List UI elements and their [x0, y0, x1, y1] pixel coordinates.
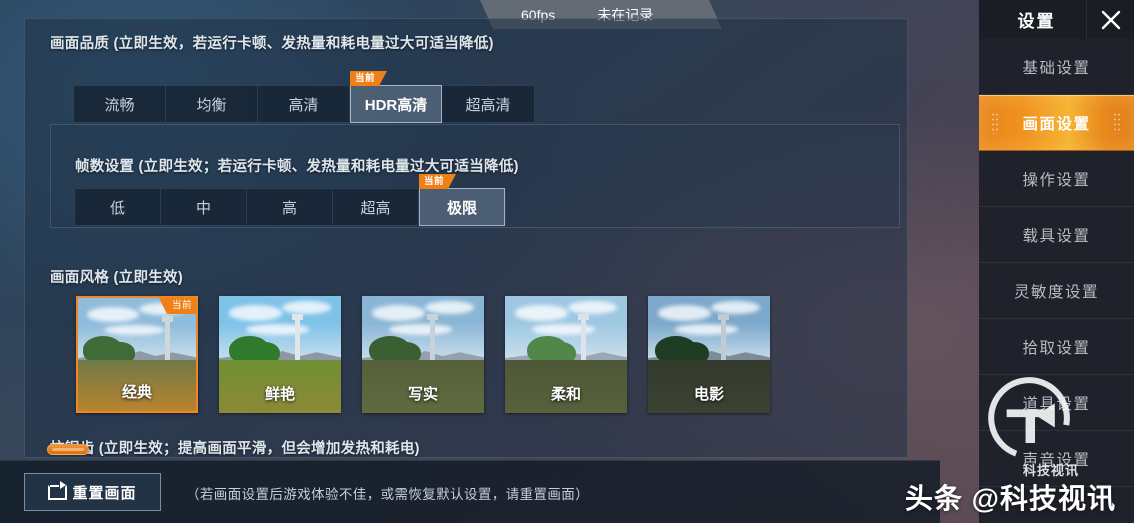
- framerate-option-3[interactable]: 超高: [333, 189, 419, 225]
- sidebar-item-items[interactable]: 道具设置: [979, 375, 1134, 431]
- quality-option-0[interactable]: 流畅: [74, 86, 166, 122]
- style-thumbnail-3[interactable]: 柔和: [505, 296, 627, 413]
- framerate-option-3-label: 超高: [360, 199, 391, 217]
- sidebar-item-audio[interactable]: 声音设置: [979, 431, 1134, 487]
- sidebar-item-label: 基础设置: [1022, 59, 1091, 77]
- quality-option-0-label: 流畅: [104, 96, 135, 114]
- picture-quality-title: 画面品质 (立即生效，若运行卡顿、发热量和耗电量过大可适当降低): [50, 36, 494, 52]
- sidebar-item-label: 拾取设置: [1022, 339, 1091, 357]
- style-label-2: 写实: [407, 386, 438, 403]
- framerate-options: 低 中 高 超高 当前 极限: [74, 174, 506, 226]
- quality-option-1-label: 均衡: [196, 96, 227, 114]
- style-label-0: 经典: [121, 384, 152, 401]
- sidebar-item-controls[interactable]: 操作设置: [979, 151, 1134, 207]
- picture-style-title: 画面风格 (立即生效): [50, 270, 183, 286]
- sidebar-item-pickup[interactable]: 拾取设置: [979, 319, 1134, 375]
- sidebar-header: 设置: [979, 0, 1134, 39]
- framerate-option-2-label: 高: [281, 199, 297, 217]
- game-settings-screen: 60fps 未在记录 画面品质 (立即生效，若运行卡顿、发热量和耗电量过大可适当…: [0, 0, 1134, 523]
- reset-icon: [48, 480, 68, 500]
- grip-dots-icon: [991, 112, 1000, 134]
- framerate-option-0-label: 低: [109, 199, 125, 217]
- grip-dots-icon: [1113, 112, 1122, 134]
- antialias-title: 抗锯齿 (立即生效；提高画面平滑，但会增加发热和耗电): [50, 441, 420, 457]
- quality-option-3[interactable]: 当前 HDR高清: [350, 71, 442, 123]
- style-thumbnail-list: 当前 经典 鲜艳 写实 柔和 电影: [76, 296, 770, 413]
- settings-panel: 画面品质 (立即生效，若运行卡顿、发热量和耗电量过大可适当降低) 流畅 均衡 高…: [24, 18, 908, 458]
- sidebar-item-label: 画面设置: [1022, 116, 1091, 133]
- quality-option-4-label: 超高清: [465, 96, 511, 114]
- style-thumbnail-2[interactable]: 写实: [362, 296, 484, 413]
- reset-picture-button[interactable]: 重置画面: [24, 473, 161, 511]
- current-badge: 当前: [158, 298, 196, 314]
- sidebar-item-label: 操作设置: [1022, 171, 1091, 189]
- sidebar-item-graphics[interactable]: 画面设置: [979, 95, 1134, 151]
- framerate-title: 帧数设置 (立即生效；若运行卡顿、发热量和耗电量过大可适当降低): [75, 159, 519, 175]
- framerate-section: 帧数设置 (立即生效；若运行卡顿、发热量和耗电量过大可适当降低) 低 中 高 超…: [50, 124, 900, 228]
- framerate-option-4[interactable]: 当前 极限: [419, 174, 505, 226]
- reset-picture-label: 重置画面: [72, 484, 137, 502]
- current-badge: 当前: [419, 174, 457, 189]
- sidebar-item-label: 载具设置: [1022, 227, 1091, 245]
- framerate-option-4-label: 极限: [446, 199, 477, 217]
- current-badge: 当前: [350, 71, 388, 86]
- quality-option-2-label: 高清: [288, 96, 319, 114]
- framerate-option-1[interactable]: 中: [161, 189, 247, 225]
- quality-option-1[interactable]: 均衡: [166, 86, 258, 122]
- quality-option-4[interactable]: 超高清: [442, 86, 534, 122]
- framerate-option-0[interactable]: 低: [75, 189, 161, 225]
- settings-sidebar: 设置 基础设置 画面设置 操作设置 载具设置 灵敏度设置 拾取设置 道具设置 声…: [979, 0, 1134, 523]
- sidebar-item-label: 灵敏度设置: [1013, 283, 1099, 301]
- style-thumbnail-1[interactable]: 鲜艳: [219, 296, 341, 413]
- sidebar-item-sensitivity[interactable]: 灵敏度设置: [979, 263, 1134, 319]
- framerate-option-1-label: 中: [195, 199, 211, 217]
- reset-hint-text: （若画面设置后游戏体验不佳，或需恢复默认设置，请重置画面）: [186, 487, 590, 502]
- style-thumbnail-4[interactable]: 电影: [648, 296, 770, 413]
- antialias-toggle[interactable]: [47, 444, 89, 455]
- style-label-3: 柔和: [550, 386, 581, 403]
- sidebar-item-basic[interactable]: 基础设置: [979, 39, 1134, 95]
- sidebar-item-label: 道具设置: [1022, 395, 1091, 413]
- style-thumbnail-0[interactable]: 当前 经典: [76, 296, 198, 413]
- sidebar-item-vehicle[interactable]: 载具设置: [979, 207, 1134, 263]
- bottom-bar: 重置画面 （若画面设置后游戏体验不佳，或需恢复默认设置，请重置画面）: [0, 460, 940, 523]
- picture-quality-options: 流畅 均衡 高清 当前 HDR高清 超高清: [73, 71, 535, 123]
- quality-option-3-label: HDR高清: [364, 96, 428, 114]
- close-button[interactable]: [1086, 0, 1134, 39]
- sidebar-item-label: 声音设置: [1022, 451, 1091, 469]
- close-icon: [1101, 10, 1120, 29]
- framerate-option-2[interactable]: 高: [247, 189, 333, 225]
- style-label-4: 电影: [693, 386, 724, 403]
- quality-option-2[interactable]: 高清: [258, 86, 350, 122]
- sidebar-title: 设置: [1017, 12, 1056, 31]
- style-label-1: 鲜艳: [264, 386, 295, 403]
- sidebar-item-list: 基础设置 画面设置 操作设置 载具设置 灵敏度设置 拾取设置 道具设置 声音设置: [979, 39, 1134, 487]
